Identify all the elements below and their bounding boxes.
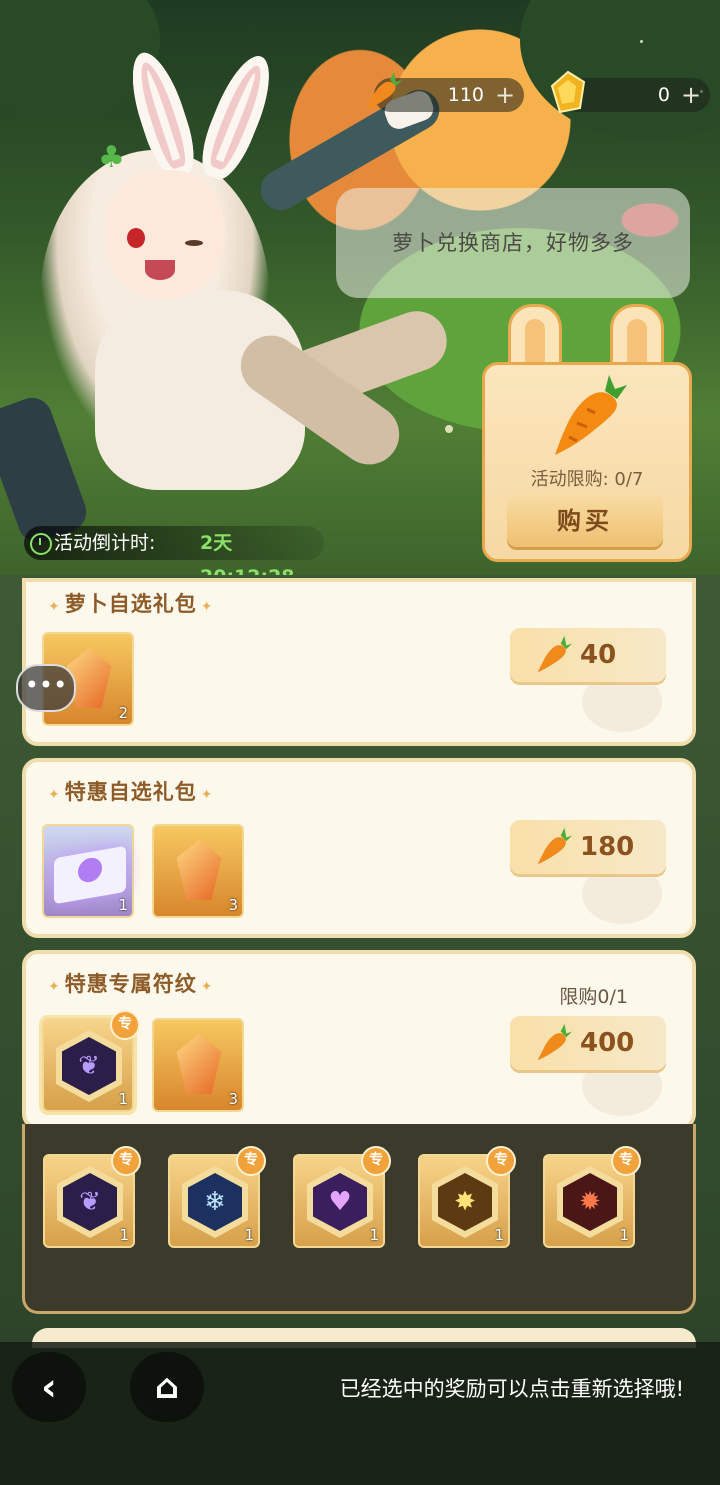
carrot-icon [537,827,573,865]
character-face [105,170,225,300]
reward-item[interactable]: 3 [152,824,244,918]
character-mouth [145,260,175,280]
item-quantity: 1 [118,896,128,914]
event-countdown: 活动倒计时: 2天20:12:28 [24,526,324,588]
carrot-icon [537,1023,573,1061]
dark-wing-rune-icon: ❦ [78,1051,100,1081]
purchase-limit: 限购0/1 [559,986,628,1008]
exclusive-badge: 专 [110,1010,140,1040]
chat-bubble-button[interactable]: ••• [16,664,76,712]
character-eye [127,228,145,248]
fire-rune-icon: ✹ [579,1187,601,1217]
clover-hairpin-icon: ♣ [98,140,125,175]
rune-option[interactable]: ✹ 专 1 [543,1146,641,1248]
carrot-currency: 110 + [366,72,524,112]
carrot-purchase-card: 活动限购: 0/7 购买 [482,362,692,562]
exclusive-badge: 专 [486,1146,516,1176]
exclusive-badge: 专 [236,1146,266,1176]
back-arrow-icon: ‹ [41,1365,57,1409]
add-carrot-button[interactable]: + [490,78,520,112]
home-button[interactable]: ⌂ [130,1352,204,1422]
dark-wing-rune-icon: ❦ [79,1187,101,1217]
sunburst-rune-icon: ✸ [454,1187,476,1217]
item-quantity: 1 [619,1226,629,1244]
item-quantity: 1 [494,1226,504,1244]
frost-rune-icon: ❄ [204,1187,226,1217]
pack-card: 萝卜自选礼包 2 40 [22,578,696,746]
exclusive-badge: 专 [611,1146,641,1176]
amber-crystal-icon [176,840,222,900]
pack-title: 特惠专属符纹 [48,968,213,998]
bunny-ear [192,48,282,186]
carrot-icon [537,635,573,673]
exclusive-badge: 专 [111,1146,141,1176]
purchase-limit: 活动限购: 0/7 [530,469,644,490]
amber-crystal-icon [176,1034,222,1094]
price-button[interactable]: 40 [510,628,666,682]
character-arm [0,392,92,548]
rune-option[interactable]: ✸ 专 1 [418,1146,516,1248]
add-crystal-button[interactable]: + [676,78,706,112]
item-quantity: 2 [118,704,128,722]
countdown-label: 活动倒计时: [54,532,156,554]
pack-title: 萝卜自选礼包 [48,588,213,618]
item-quantity: 1 [244,1226,254,1244]
item-quantity: 3 [228,896,238,914]
violet-rune-icon: ♥ [328,1187,352,1217]
buy-button[interactable]: 购买 [507,495,663,547]
reward-item-selected[interactable]: ❦ 专 1 [42,1010,140,1112]
item-quantity: 1 [369,1226,379,1244]
item-quantity: 1 [119,1226,129,1244]
item-quantity: 1 [118,1090,128,1108]
rune-option[interactable]: ♥ 专 1 [293,1146,391,1248]
bottom-bar [0,1342,720,1485]
selection-hint: 已经选中的奖励可以点击重新选择哦! [339,1377,684,1401]
reward-item[interactable]: 3 [152,1018,244,1112]
clock-icon [30,533,52,555]
character-wink [185,240,203,246]
rune-selection-panel: ❦ 专 1 ❄ 专 1 ♥ 专 1 ✸ 专 1 ✹ 专 1 [22,1124,696,1314]
npc-speech-bubble: 萝卜兑换商店，好物多多 [336,188,690,298]
price-button[interactable]: 400 [510,1016,666,1070]
price-amount: 180 [580,832,635,862]
rune-option[interactable]: ❦ 专 1 [43,1146,141,1248]
exclusive-badge: 专 [361,1146,391,1176]
sparkle [640,40,643,43]
price-button[interactable]: 180 [510,820,666,874]
home-icon: ⌂ [154,1367,180,1407]
back-button[interactable]: ‹ [12,1352,86,1422]
pack-card: 特惠自选礼包 1 3 180 [22,758,696,938]
price-amount: 40 [580,640,617,670]
crystal-amount: 0 [657,84,670,106]
pack-card: 特惠专属符纹 限购0/1 ❦ 专 1 3 400 [22,950,696,1130]
price-amount: 400 [580,1028,635,1058]
carrot-amount: 110 [447,84,484,106]
magic-book-icon [54,845,126,905]
reward-item[interactable]: 1 [42,824,134,918]
item-quantity: 3 [228,1090,238,1108]
pack-title: 特惠自选礼包 [48,776,213,806]
rune-option[interactable]: ❄ 专 1 [168,1146,266,1248]
bunny-girl-character: ♣ [0,40,470,560]
carrot-icon [555,375,627,455]
crystal-currency: 0 + [550,70,710,114]
